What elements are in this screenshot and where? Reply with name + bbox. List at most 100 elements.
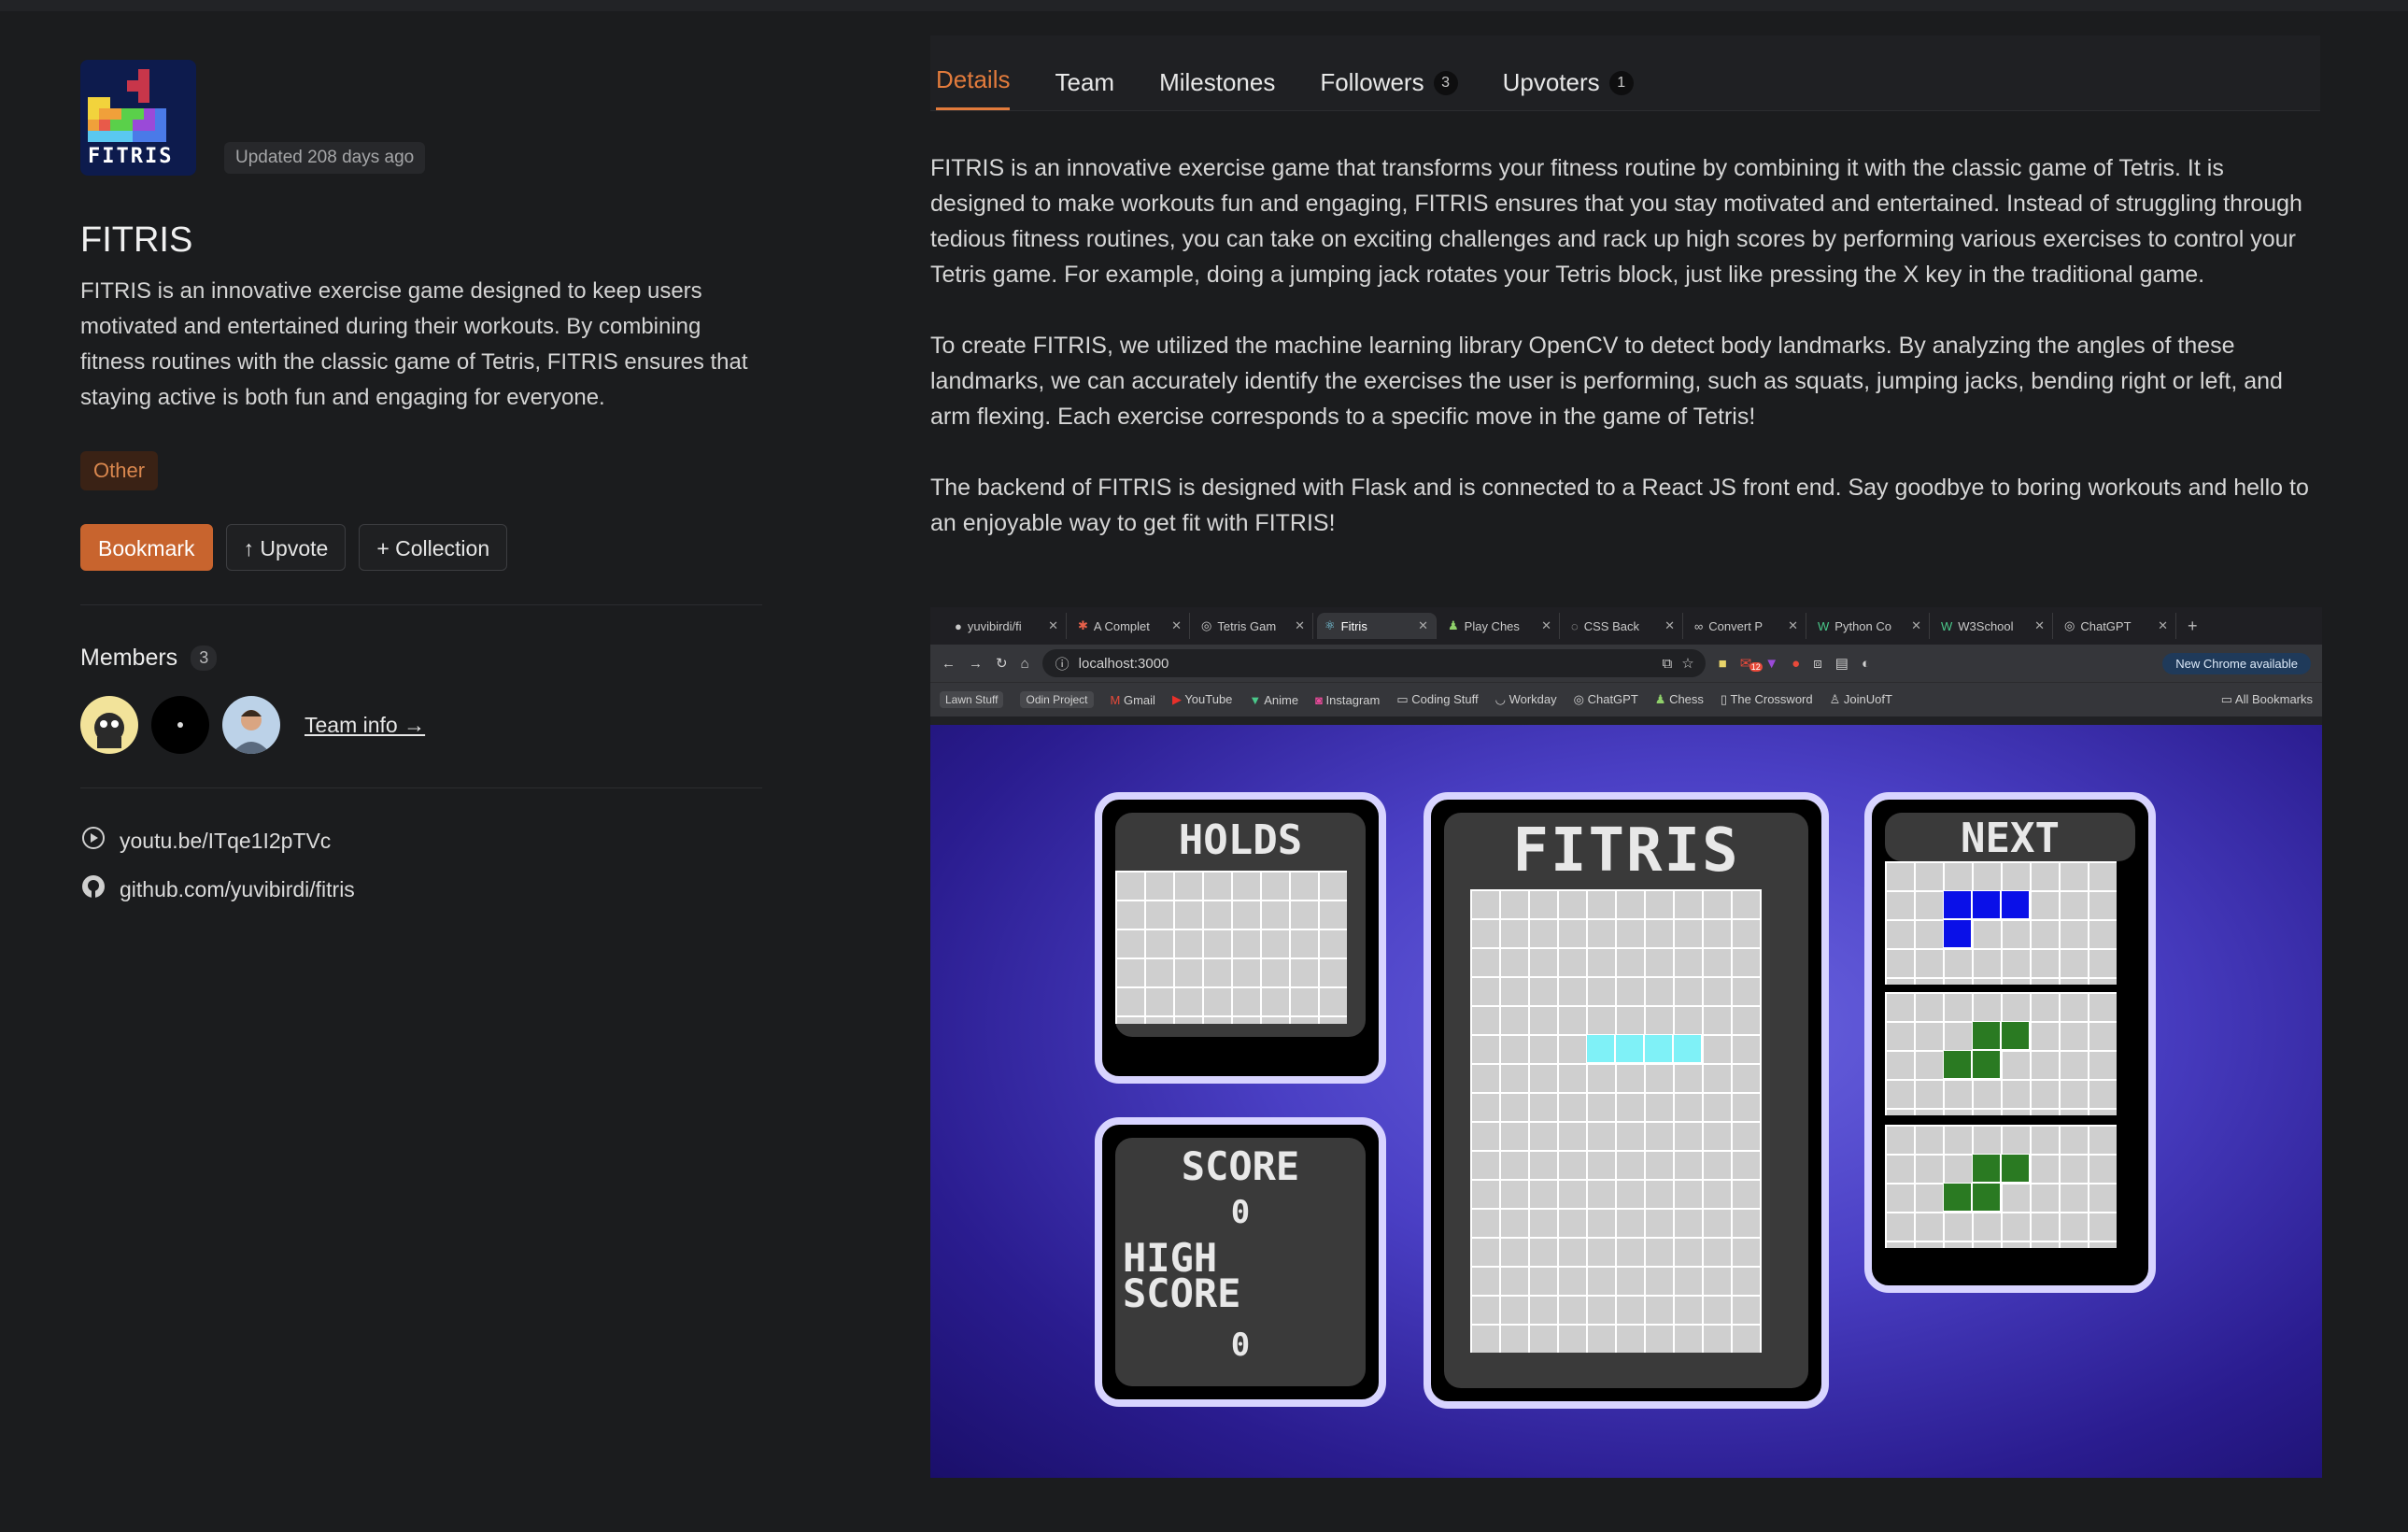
browser-tab-title: Convert P: [1708, 618, 1764, 633]
close-icon: ✕: [1295, 618, 1305, 632]
tab-milestones[interactable]: Milestones: [1159, 68, 1275, 110]
browser-tab-title: CSS Back: [1583, 618, 1639, 633]
close-icon: ✕: [1541, 618, 1551, 632]
person-icon: ♙: [1829, 692, 1841, 706]
github-icon: [80, 873, 106, 905]
tetromino-cell: [1943, 919, 1972, 948]
board-grid: [1470, 889, 1762, 1353]
action-buttons: Bookmark ↑ Upvote + Collection: [80, 524, 762, 571]
bookmark-label: Chess: [1669, 692, 1704, 706]
project-logo: FITRIS: [80, 60, 196, 176]
close-icon: ✕: [1048, 618, 1058, 632]
upvote-button[interactable]: ↑ Upvote: [225, 524, 347, 571]
avatar[interactable]: [80, 696, 138, 754]
browser-tab: ⚛ Fitris ✕: [1317, 613, 1437, 639]
css-icon: ◌: [1571, 618, 1579, 633]
browser-tab: ✱ A Complet ✕: [1070, 613, 1190, 639]
score-value: 0: [1230, 1194, 1251, 1231]
bookmark-label: Gmail: [1123, 692, 1155, 707]
close-icon: ✕: [2034, 618, 2045, 632]
bookmark-item: ◡ Workday: [1495, 692, 1557, 707]
bookmark-item: ♙ JoinUofT: [1830, 692, 1892, 707]
tab-team[interactable]: Team: [1055, 68, 1114, 110]
w-icon: W: [1941, 618, 1953, 633]
bookmark-item: ▶ YouTube: [1172, 692, 1232, 707]
browser-tab: ◌ CSS Back ✕: [1564, 613, 1683, 639]
divider: [80, 787, 762, 788]
project-title: FITRIS: [80, 220, 193, 260]
youtube-link[interactable]: youtu.be/ITqe1I2pTVc: [80, 816, 762, 865]
board-inner: FITRIS: [1444, 813, 1808, 1388]
chess-icon: ♟: [1654, 692, 1666, 706]
address-bar: ⓘ localhost:3000 ⧉ ☆: [1041, 649, 1706, 677]
home-icon: ⌂: [1020, 655, 1029, 672]
folder-icon: ▭: [2220, 692, 2233, 706]
tetromino-cell: [1972, 1050, 2001, 1079]
browser-tab: ● yuvibirdi/fi ✕: [947, 613, 1067, 639]
browser-tab-strip: ● yuvibirdi/fi ✕ ✱ A Complet ✕ ◎ Tetris Gam ✕ …: [930, 607, 2322, 645]
gmail-icon: M: [1110, 692, 1121, 707]
avatar[interactable]: [222, 696, 280, 754]
close-icon: ✕: [1788, 618, 1798, 632]
bookmark-label: JoinUofT: [1843, 692, 1892, 706]
browser-tab: ◎ Tetris Gam ✕: [1194, 613, 1313, 639]
followers-count: 3: [1433, 70, 1458, 95]
next-panel: NEXT: [1864, 792, 2156, 1293]
browser-tab: ∞ Convert P ✕: [1687, 613, 1806, 639]
browser-tab-title: A Complet: [1093, 618, 1150, 633]
bookmarks-bar: Lawn Stuff Odin Project M Gmail ▶ YouTub…: [930, 682, 2322, 716]
project-screenshot[interactable]: ● yuvibirdi/fi ✕ ✱ A Complet ✕ ◎ Tetris Gam ✕ …: [930, 607, 2322, 1478]
browser-tab-title: ChatGPT: [2080, 618, 2132, 633]
all-bookmarks-label: All Bookmarks: [2234, 692, 2313, 706]
category-tag[interactable]: Other: [80, 451, 159, 490]
bookmark-item: ◎ ChatGPT: [1574, 692, 1638, 707]
next-piece-grid: [1885, 992, 2117, 1115]
tab-label: Details: [936, 65, 1011, 93]
new-chrome-button: New Chrome available: [2162, 652, 2311, 674]
bookmark-label: Coding Stuff: [1411, 692, 1479, 706]
tetromino-cell: [1943, 1050, 1972, 1079]
tab-followers[interactable]: Followers 3: [1320, 68, 1458, 110]
score-label: SCORE: [1181, 1143, 1300, 1189]
board-panel: FITRIS: [1424, 792, 1829, 1409]
team-info-link[interactable]: Team info →: [305, 713, 425, 738]
all-bookmarks: ▭ All Bookmarks: [2221, 692, 2313, 707]
holds-grid: [1115, 871, 1347, 1024]
tab-bar: Details Team Milestones Followers 3 Upvot…: [930, 35, 2320, 111]
project-details: Details Team Milestones Followers 3 Upvot…: [930, 35, 2320, 541]
close-icon: ✕: [1664, 618, 1675, 632]
tetromino-cell: [1615, 1034, 1644, 1063]
high-score-label-line: SCORE: [1123, 1270, 1241, 1316]
updated-badge: Updated 208 days ago: [224, 142, 426, 174]
link-icon: ∞: [1694, 618, 1704, 633]
holds-panel: HOLDS: [1095, 792, 1386, 1084]
info-icon: ⓘ: [1055, 656, 1069, 673]
high-score-value: 0: [1230, 1326, 1251, 1364]
extension-badge: 12: [1749, 662, 1763, 672]
tetromino-cell: [1972, 1154, 2001, 1183]
bookmark-item: M Gmail: [1111, 693, 1155, 707]
tab-label: Upvoters: [1502, 68, 1600, 96]
close-icon: ✕: [1911, 618, 1921, 632]
members-heading: Members 3: [80, 645, 762, 672]
tetromino-cell: [1943, 890, 1972, 919]
tab-details[interactable]: Details: [936, 65, 1011, 110]
avatar[interactable]: [151, 696, 209, 754]
bookmark-item: ▯ The Crossword: [1721, 692, 1813, 707]
add-collection-button[interactable]: + Collection: [359, 524, 508, 571]
mail-extension-icon: ✉ 12: [1739, 656, 1763, 672]
next-piece-grid: [1885, 861, 2117, 985]
close-icon: ✕: [1171, 618, 1182, 632]
bookmark-item: ♟ Chess: [1655, 692, 1704, 707]
members-label: Members: [80, 645, 178, 671]
browser-tab-title: yuvibirdi/fi: [967, 618, 1022, 633]
play-circle-icon: [80, 825, 106, 857]
top-strip: [0, 0, 2408, 11]
tab-upvoters[interactable]: Upvoters 1: [1503, 68, 1634, 110]
github-link[interactable]: github.com/yuvibirdi/fitris: [80, 865, 762, 914]
project-sidebar: FITRIS Updated 208 days ago FITRIS FITRI…: [80, 60, 762, 914]
score-panel: SCORE 0 HIGH SCORE 0: [1095, 1117, 1386, 1407]
chess-icon: ♟: [1448, 618, 1459, 632]
tetromino-cell: [1673, 1034, 1702, 1063]
bookmark-button[interactable]: Bookmark: [80, 524, 213, 571]
